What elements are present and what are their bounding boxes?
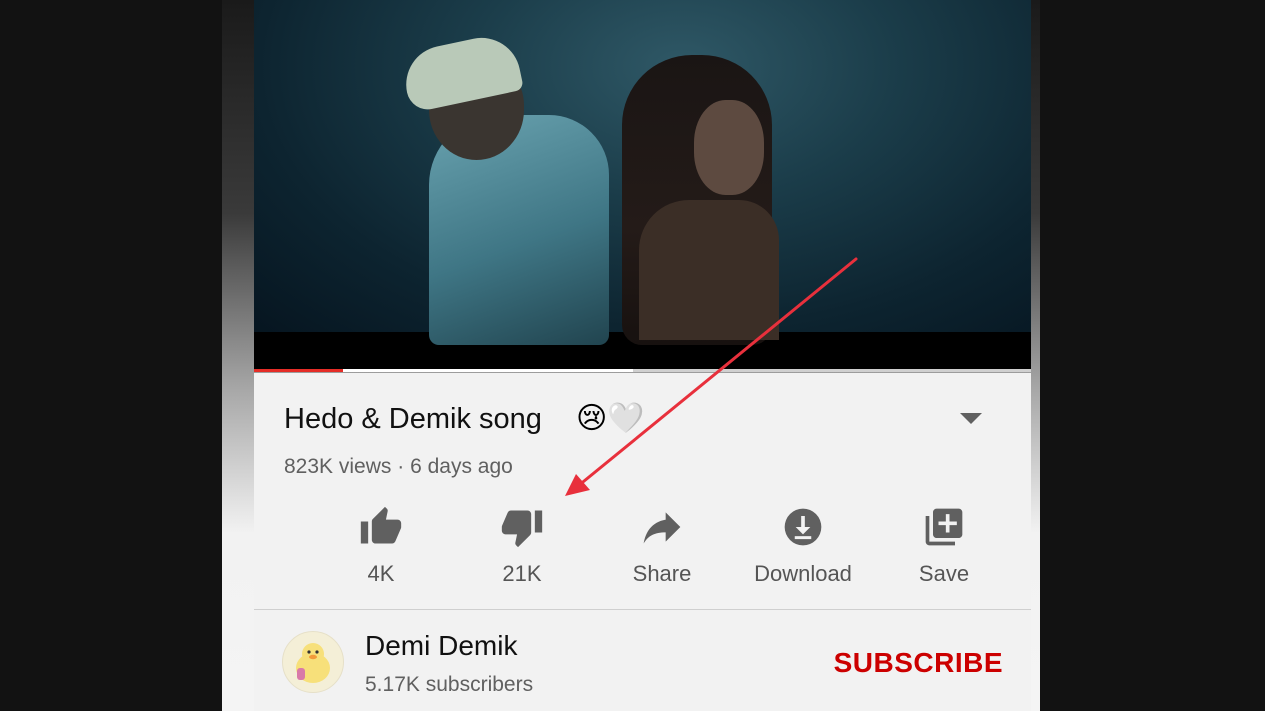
phone-screen: Hedo & Demik song 😢🤍 823K views · 6 days… (222, 0, 1040, 711)
thumbs-up-icon (360, 506, 402, 544)
subscribe-button[interactable]: SUBSCRIBE (834, 647, 1003, 679)
duck-avatar-icon (296, 643, 330, 683)
share-icon (643, 512, 681, 544)
right-margin (1040, 0, 1265, 711)
action-bar: 4K 21K Share Download Save (254, 503, 1031, 593)
view-count: 823K views (284, 455, 392, 478)
video-title: Hedo & Demik song (284, 403, 542, 435)
like-button[interactable]: 4K (311, 503, 451, 593)
upload-age: 6 days ago (410, 455, 513, 478)
video-details: Hedo & Demik song 😢🤍 823K views · 6 days… (254, 373, 1031, 711)
video-progress-fill (254, 369, 343, 372)
like-count: 4K (367, 561, 395, 586)
thumbs-down-icon (501, 510, 543, 548)
screen: Hedo & Demik song 😢🤍 823K views · 6 days… (0, 0, 1265, 711)
video-woman-figure (639, 200, 779, 340)
chevron-down-icon[interactable] (960, 413, 982, 424)
save-label: Save (918, 561, 970, 586)
dislike-button[interactable]: 21K (452, 503, 592, 593)
left-margin (0, 0, 222, 711)
download-button[interactable]: Download (733, 503, 873, 593)
channel-name[interactable]: Demi Demik (365, 630, 517, 662)
divider (254, 609, 1031, 610)
download-icon (784, 508, 822, 546)
video-woman-face (694, 100, 764, 195)
meta-separator: · (397, 455, 405, 478)
video-frame[interactable] (254, 0, 1031, 345)
video-meta: 823K views · 6 days ago (284, 455, 513, 479)
share-label: Share (632, 561, 692, 586)
share-button[interactable]: Share (592, 503, 732, 593)
title-row[interactable]: Hedo & Demik song 😢🤍 (284, 401, 1004, 439)
title-emojis: 😢🤍 (576, 401, 645, 436)
save-button[interactable]: Save (874, 503, 1014, 593)
video-player[interactable] (254, 0, 1031, 372)
dislike-count: 21K (502, 561, 542, 586)
channel-row: Demi Demik 5.17K subscribers SUBSCRIBE (254, 611, 1031, 711)
avatar[interactable] (282, 631, 344, 693)
subscriber-count: 5.17K subscribers (365, 673, 534, 696)
add-to-playlist-icon (925, 508, 963, 546)
download-label: Download (754, 561, 852, 586)
video-progress-bar[interactable] (254, 369, 1031, 372)
